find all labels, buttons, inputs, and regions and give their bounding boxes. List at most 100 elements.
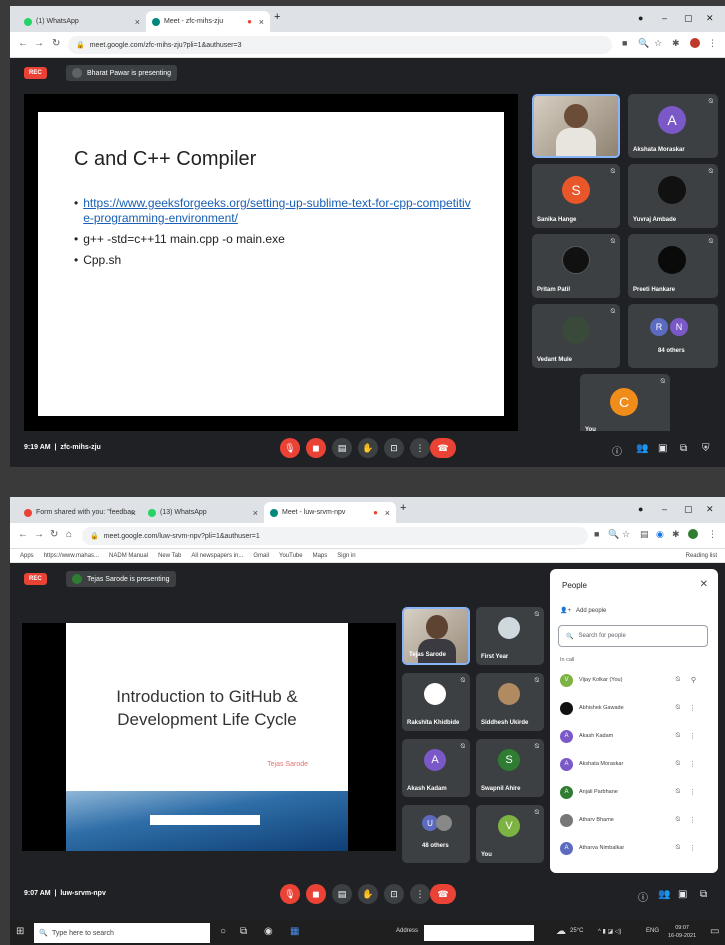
camera-toggle-button[interactable]: ◼ <box>306 884 326 904</box>
bookmark-youtube[interactable]: YouTube <box>279 553 303 559</box>
close-tab-icon[interactable]: × <box>259 17 264 27</box>
extensions-icon[interactable]: ✱ <box>672 38 680 49</box>
more-options-button[interactable]: ⋮ <box>410 438 430 458</box>
url-field[interactable]: 🔒 meet.google.com/zfc-mihs-zju?pli=1&aut… <box>68 36 612 54</box>
participant-tile-presenter[interactable]: Tejas Sarode <box>402 607 470 665</box>
zoom-icon[interactable]: 🔍 <box>638 38 649 49</box>
extensions-icon[interactable]: ✱ <box>672 529 680 540</box>
windows-start-icon[interactable]: ⊞ <box>16 926 24 937</box>
reading-list-button[interactable]: Reading list <box>686 553 717 559</box>
mic-off-icon[interactable]: ⍉ <box>676 816 680 824</box>
participant-tile[interactable]: ⍉ Vedant Mule <box>532 304 620 368</box>
participant-tile-self[interactable]: V ⍉ You <box>476 805 544 863</box>
bookmark[interactable]: All newspapers in... <box>191 553 243 559</box>
star-icon[interactable]: ☆ <box>654 38 662 49</box>
mic-off-icon[interactable]: ⍉ <box>676 760 680 768</box>
back-icon[interactable]: ← <box>18 38 28 49</box>
home-icon[interactable]: ⌂ <box>66 529 72 540</box>
maximize-button[interactable]: ▢ <box>684 13 693 24</box>
tab-gmail[interactable]: Form shared with you: "feedbac × <box>18 502 142 523</box>
people-list-item[interactable]: A Akash Kadam ⍉ ⋮ <box>560 727 706 745</box>
add-people-button[interactable]: 👤+ Add people <box>560 607 606 615</box>
raise-hand-button[interactable]: ✋ <box>358 884 378 904</box>
tab-meet[interactable]: Meet - zfc-mihs-zju ● × <box>146 11 270 32</box>
participant-tile-others[interactable]: R N 84 others <box>628 304 718 368</box>
participant-tile-self[interactable]: C ⍉ You <box>580 374 670 438</box>
more-icon[interactable]: ⋮ <box>689 760 696 768</box>
language-indicator[interactable]: ENG <box>646 928 659 934</box>
bookmark-signin[interactable]: Sign in <box>337 553 355 559</box>
avatar[interactable] <box>688 529 698 539</box>
reload-icon[interactable]: ↻ <box>52 38 60 49</box>
close-tab-icon[interactable]: × <box>385 508 390 518</box>
participant-tile[interactable]: ⍉ Siddhesh Ukirde <box>476 673 544 731</box>
people-icon[interactable]: 👥 <box>658 889 670 900</box>
system-tray-icons[interactable]: ^ ▮ ◪ ◁) <box>598 928 621 935</box>
minimize-button[interactable]: – <box>662 504 667 514</box>
minimize-button[interactable]: – <box>662 13 667 23</box>
people-list-item[interactable]: Abhishek Gawade ⍉ ⋮ <box>560 699 706 717</box>
more-options-button[interactable]: ⋮ <box>410 884 430 904</box>
taskbar-search-input[interactable]: 🔍 Type here to search <box>34 923 210 943</box>
participant-tile[interactable]: S ⍉ Swapnil Ahire <box>476 739 544 797</box>
people-icon[interactable]: 👥 <box>636 443 648 454</box>
chat-icon[interactable]: ▣ <box>658 443 667 454</box>
captions-button[interactable]: ▤ <box>332 438 352 458</box>
participant-tile-others[interactable]: U 48 others <box>402 805 470 863</box>
participant-tile-presenter[interactable] <box>532 94 620 158</box>
reload-icon[interactable]: ↻ <box>50 529 58 540</box>
more-icon[interactable]: ⋮ <box>689 816 696 824</box>
mic-off-icon[interactable]: ⍉ <box>676 676 680 684</box>
tab-meet[interactable]: Meet - luw-srvm-npv ● × <box>264 502 396 523</box>
cortana-icon[interactable]: ○ <box>220 926 226 937</box>
participant-tile[interactable]: ⍉ Pritam Patil <box>532 234 620 298</box>
more-icon[interactable]: ⋮ <box>689 844 696 852</box>
star-icon[interactable]: ☆ <box>622 529 630 540</box>
mic-off-icon[interactable]: ⍉ <box>676 732 680 740</box>
mic-off-icon[interactable]: ⍉ <box>676 788 680 796</box>
address-toolbar-input[interactable] <box>424 925 534 941</box>
present-button[interactable]: ⊡ <box>384 884 404 904</box>
menu-icon[interactable]: ⋮ <box>708 38 717 49</box>
back-icon[interactable]: ← <box>18 529 28 540</box>
bookmark-maps[interactable]: Maps <box>313 553 328 559</box>
bookmark[interactable]: NADM Manual <box>109 553 148 559</box>
avatar[interactable] <box>690 38 700 48</box>
participant-tile[interactable]: A ⍉ Akshata Moraskar <box>628 94 718 158</box>
people-list-item[interactable]: A Anjali Parbhane ⍉ ⋮ <box>560 783 706 801</box>
close-icon[interactable]: ✕ <box>700 579 708 590</box>
notifications-icon[interactable]: ▭ <box>710 926 719 937</box>
bookmark[interactable]: New Tab <box>158 553 181 559</box>
forward-icon[interactable]: → <box>34 529 44 540</box>
close-window-button[interactable]: ✕ <box>706 504 714 515</box>
tab-whatsapp[interactable]: (13) WhatsApp × <box>142 502 264 523</box>
present-button[interactable]: ⊡ <box>384 438 404 458</box>
chat-icon[interactable]: ▣ <box>678 889 687 900</box>
profile-dot-icon[interactable]: ● <box>638 13 643 23</box>
extension-icon[interactable]: ◉ <box>656 529 664 540</box>
bookmark[interactable]: https://www.mahas... <box>44 553 99 559</box>
pin-icon[interactable]: ⚲ <box>691 676 696 684</box>
more-icon[interactable]: ⋮ <box>689 788 696 796</box>
new-tab-button[interactable]: + <box>400 502 406 514</box>
info-icon[interactable]: ⓘ <box>612 443 622 458</box>
task-view-icon[interactable]: ⧉ <box>240 926 247 937</box>
participant-tile[interactable]: ⍉ Preeti Hankare <box>628 234 718 298</box>
url-field[interactable]: 🔒 meet.google.com/luw-srvm-npv?pli=1&aut… <box>82 527 588 545</box>
word-icon[interactable]: ▦ <box>290 926 299 937</box>
people-list-item[interactable]: Atharv Bhame ⍉ ⋮ <box>560 811 706 829</box>
clock[interactable]: 09:07 16-09-2021 <box>668 924 696 940</box>
mic-toggle-button[interactable]: 🎙 <box>280 884 300 904</box>
more-icon[interactable]: ⋮ <box>689 704 696 712</box>
close-tab-icon[interactable]: × <box>135 17 140 27</box>
menu-icon[interactable]: ⋮ <box>708 529 717 540</box>
mic-toggle-button[interactable]: 🎙 <box>280 438 300 458</box>
info-icon[interactable]: ⓘ <box>638 889 648 904</box>
camera-icon[interactable]: ■ <box>622 38 627 48</box>
participant-tile[interactable]: ⍉ Yuvraj Ambade <box>628 164 718 228</box>
raise-hand-button[interactable]: ✋ <box>358 438 378 458</box>
participant-tile[interactable]: S ⍉ Sanika Hange <box>532 164 620 228</box>
people-list-item[interactable]: A Akshata Moraskar ⍉ ⋮ <box>560 755 706 773</box>
new-tab-button[interactable]: + <box>274 11 280 23</box>
host-controls-icon[interactable]: ⛨ <box>702 443 710 454</box>
